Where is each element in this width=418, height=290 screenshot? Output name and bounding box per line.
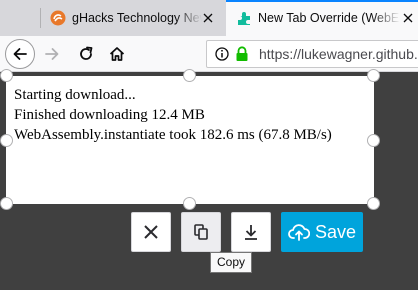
copy-button[interactable] (181, 212, 221, 252)
log-line: Finished downloading 12.4 MB (14, 107, 205, 123)
close-icon (144, 225, 158, 239)
navigation-bar: https://lukewagner.github.io (0, 36, 418, 72)
close-icon[interactable] (200, 10, 216, 26)
log-line: Starting download... (14, 87, 136, 103)
forward-arrow-icon (45, 48, 59, 60)
copy-tooltip: Copy (210, 252, 253, 273)
tab-ghacks[interactable]: gHacks Technology News (40, 0, 226, 36)
download-icon (245, 225, 257, 240)
resize-handle-bottom-left[interactable] (0, 197, 13, 210)
resize-handle-top-left[interactable] (0, 69, 13, 82)
resize-handle-bottom-right[interactable] (367, 197, 380, 210)
selection-area[interactable]: Starting download... Finished downloadin… (6, 76, 374, 204)
log-line: WebAssembly.instantiate took 182.6 ms (6… (14, 127, 332, 143)
close-icon[interactable] (400, 10, 416, 26)
url-text: https://lukewagner.github.io (259, 46, 418, 62)
tab-title: New Tab Override (WebExtension) (258, 11, 400, 25)
lock-icon[interactable] (235, 46, 249, 62)
reload-icon (80, 46, 93, 60)
cloud-upload-icon (288, 224, 310, 241)
cancel-button[interactable] (131, 212, 171, 252)
back-button[interactable] (5, 39, 35, 69)
copy-icon (194, 224, 208, 240)
home-icon (109, 47, 125, 61)
resize-handle-left[interactable] (0, 134, 13, 147)
back-arrow-icon (13, 48, 27, 60)
home-button[interactable] (105, 42, 129, 66)
info-icon[interactable] (215, 47, 229, 61)
resize-handle-right[interactable] (367, 134, 380, 147)
forward-button[interactable] (40, 42, 64, 66)
save-label: Save (314, 221, 357, 242)
tab-title: gHacks Technology News (72, 11, 202, 25)
save-button[interactable]: Save (281, 212, 363, 252)
resize-handle-bottom-center[interactable] (183, 197, 196, 210)
resize-handle-top-center[interactable] (183, 69, 196, 82)
puzzle-piece-icon (238, 12, 250, 25)
ghacks-icon (50, 10, 66, 26)
tab-new-tab-override[interactable]: New Tab Override (WebExtension) (226, 0, 418, 36)
tab-strip: gHacks Technology News New Tab Override … (0, 0, 418, 36)
url-bar[interactable]: https://lukewagner.github.io (206, 40, 418, 68)
download-button[interactable] (231, 212, 271, 252)
tab-separator (40, 8, 41, 28)
reload-button[interactable] (74, 42, 98, 66)
resize-handle-top-right[interactable] (367, 69, 380, 82)
